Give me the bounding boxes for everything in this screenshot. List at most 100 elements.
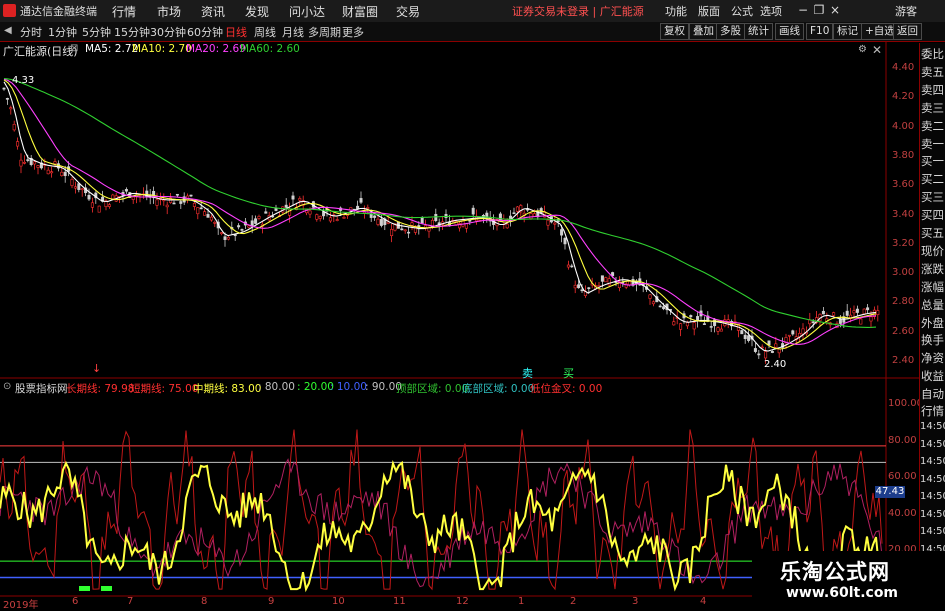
quote-field[interactable]: 买二 [920, 171, 945, 187]
quote-field[interactable]: 买三 [920, 189, 945, 205]
close-icon[interactable]: × [828, 3, 842, 17]
candle-body [196, 207, 200, 215]
quote-field[interactable]: 总量 [920, 297, 945, 313]
quote-field[interactable]: 卖三 [920, 100, 945, 116]
candle-body [791, 330, 795, 335]
candle-body [379, 218, 383, 226]
tool-fuquan[interactable]: 复权 [660, 23, 689, 40]
menu-wealth[interactable]: 财富圈 [342, 3, 378, 20]
candle-body [254, 218, 258, 224]
quote-field[interactable]: 卖二 [920, 118, 945, 134]
date-tick: 11 [393, 596, 406, 607]
menu-discover[interactable]: 发现 [245, 3, 269, 20]
tool-stats[interactable]: 统计 [744, 23, 773, 40]
tool-multi[interactable]: 多股 [716, 23, 745, 40]
candle-body [747, 335, 751, 341]
indicator-name: 股票指标网 [15, 383, 68, 395]
tool-f10[interactable]: F10 [806, 23, 834, 40]
minimize-icon[interactable]: − [796, 3, 810, 17]
tab-period-10[interactable]: 更多 [342, 24, 364, 40]
date-tick: 7 [127, 596, 134, 607]
quote-field[interactable]: 14:50 [920, 491, 945, 502]
candle-body [70, 178, 74, 186]
stock-name: 广汇能源(日线) [3, 45, 78, 58]
restore-icon[interactable]: ❐ [812, 3, 826, 17]
indicator-value: 中期线: 83.00 [193, 383, 262, 395]
menu-market[interactable]: 市场 [157, 3, 181, 20]
quote-field[interactable]: 涨跌 [920, 261, 945, 277]
tool-mark[interactable]: 标记 [833, 23, 862, 40]
quote-field[interactable]: 14:50 [920, 474, 945, 485]
tab-period-5[interactable]: 60分钟 [187, 24, 223, 40]
candle-body [12, 124, 16, 131]
candle-body [107, 204, 111, 207]
menu-trade[interactable]: 交易 [396, 3, 420, 20]
menu-ask[interactable]: 问小达 [289, 3, 325, 20]
quote-field[interactable]: 卖五 [920, 64, 945, 80]
menu-options[interactable]: 选项 [760, 3, 782, 19]
candle-body [777, 348, 781, 354]
quote-field[interactable]: 委比 [920, 46, 945, 62]
tool-draw[interactable]: 画线 [775, 23, 804, 40]
candle-body [342, 216, 346, 219]
quote-field[interactable]: 14:50 [920, 421, 945, 432]
tab-period-4[interactable]: 30分钟 [150, 24, 186, 40]
candle-body [2, 87, 6, 90]
price-tick: 3.40 [892, 208, 915, 220]
quote-field[interactable]: 收益 [920, 368, 945, 384]
menu-layout[interactable]: 版面 [698, 3, 720, 19]
candle-body [468, 220, 472, 222]
quote-field[interactable]: 14:50 [920, 509, 945, 520]
menu-news[interactable]: 资讯 [201, 3, 225, 20]
back-arrow-icon[interactable]: ◀ [4, 25, 12, 36]
quote-field[interactable]: 买四 [920, 207, 945, 223]
tab-period-2[interactable]: 5分钟 [82, 24, 111, 40]
tab-period-8[interactable]: 月线 [282, 24, 304, 40]
quote-field[interactable]: 自动 [920, 386, 945, 402]
alert-divider: | [589, 5, 600, 18]
panel-close-icon[interactable]: ✕ [872, 43, 882, 57]
tab-period-1[interactable]: 1分钟 [48, 24, 77, 40]
quote-field[interactable]: 卖一 [920, 136, 945, 152]
candle-body [179, 201, 183, 204]
tab-period-7[interactable]: 周线 [254, 24, 276, 40]
login-alert[interactable]: 证券交易未登录 | 广汇能源 [512, 3, 644, 19]
tab-period-9[interactable]: 多周期 [308, 24, 341, 40]
chart-close-icon[interactable]: ⊠ [70, 43, 78, 54]
quote-field[interactable]: 外盘 [920, 315, 945, 331]
candle-body [155, 199, 159, 206]
guest-account[interactable]: 游客 [895, 3, 917, 19]
quote-field[interactable]: 净资 [920, 350, 945, 366]
candle-body [709, 326, 713, 328]
tool-back[interactable]: 返回 [893, 23, 922, 40]
quote-field[interactable]: 卖四 [920, 82, 945, 98]
menu-quotes[interactable]: 行情 [112, 3, 136, 20]
panel-settings-icon[interactable]: ⚙ [858, 44, 867, 55]
menu-function[interactable]: 功能 [665, 3, 687, 19]
tab-period-3[interactable]: 15分钟 [114, 24, 150, 40]
menu-formula[interactable]: 公式 [731, 3, 753, 19]
candle-body [373, 215, 377, 218]
quote-field[interactable]: 14:50 [920, 439, 945, 450]
candle-body [726, 319, 730, 322]
quote-field[interactable]: 买五 [920, 225, 945, 241]
candle-body [570, 265, 574, 268]
candle-body [192, 202, 196, 207]
date-tick: 12 [456, 596, 469, 607]
candle-body [328, 217, 332, 222]
quote-field[interactable]: 涨幅 [920, 279, 945, 295]
indicator-value: : 20.00 [297, 381, 334, 393]
quote-field[interactable]: 14:50 [920, 526, 945, 537]
quote-field[interactable]: 行情 [920, 403, 945, 419]
quote-field[interactable]: 换手 [920, 332, 945, 348]
alert-stock: 广汇能源 [599, 5, 644, 18]
tab-period-0[interactable]: 分时 [20, 24, 42, 40]
mid-term-line [0, 459, 883, 593]
quote-field[interactable]: 现价 [920, 243, 945, 259]
quote-field[interactable]: 买一 [920, 153, 945, 169]
tab-period-6[interactable]: 日线 [225, 24, 247, 40]
quote-field[interactable]: 14:50 [920, 456, 945, 467]
indicator-menu-icon[interactable]: ⊙ [3, 381, 11, 392]
tool-overlay[interactable]: 叠加 [689, 23, 718, 40]
kline-chart[interactable] [0, 41, 919, 609]
